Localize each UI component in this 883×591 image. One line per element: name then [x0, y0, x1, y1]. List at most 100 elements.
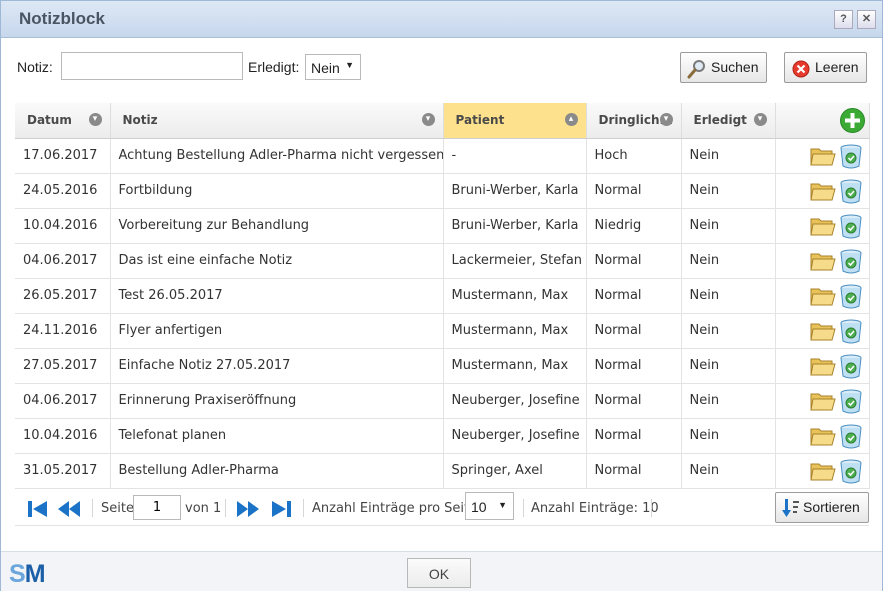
- delete-bin-icon[interactable]: [839, 213, 863, 239]
- cell-notiz: Einfache Notiz 27.05.2017: [110, 348, 444, 384]
- delete-bin-icon[interactable]: [839, 178, 863, 204]
- cell-datum: 10.04.2016: [15, 208, 111, 244]
- table-row[interactable]: 24.05.2016 Fortbildung Bruni-Werber, Karla…: [15, 173, 870, 209]
- delete-bin-icon[interactable]: [839, 283, 863, 309]
- delete-bin-icon[interactable]: [839, 388, 863, 414]
- open-folder-icon[interactable]: [809, 215, 836, 237]
- header-row: Datum ▾ Notiz ▾ Patient ▴ Dringlich... ▾ Erl…: [15, 103, 870, 139]
- search-button-label: Suchen: [711, 59, 759, 75]
- close-button[interactable]: ✕: [857, 10, 876, 29]
- cell-erledigt: Nein: [681, 208, 776, 244]
- delete-bin-icon[interactable]: [839, 458, 863, 484]
- sort-button[interactable]: Sortieren: [775, 492, 869, 523]
- erledigt-label: Erledigt:: [248, 59, 300, 75]
- cell-patient: Mustermann, Max: [443, 348, 587, 384]
- cell-patient: Mustermann, Max: [443, 313, 587, 349]
- table-row[interactable]: 24.11.2016 Flyer anfertigen Mustermann, Ma…: [15, 313, 870, 349]
- delete-bin-icon[interactable]: [839, 353, 863, 379]
- column-menu-icon[interactable]: ▾: [659, 113, 673, 126]
- sort-ascending-icon[interactable]: ▴: [564, 113, 578, 126]
- cell-erledigt: Nein: [681, 278, 776, 314]
- cell-dringlichkeit: Normal: [586, 313, 682, 349]
- open-folder-icon[interactable]: [809, 285, 836, 307]
- per-page-select[interactable]: 10 ▼: [465, 492, 514, 520]
- von-label: von 1: [185, 501, 222, 516]
- cell-actions: [775, 383, 870, 419]
- cell-patient: -: [443, 138, 587, 174]
- sm-logo: SM: [9, 560, 46, 588]
- open-folder-icon[interactable]: [809, 145, 836, 167]
- search-button[interactable]: Suchen: [680, 52, 767, 83]
- cell-patient: Springer, Axel: [443, 453, 587, 489]
- open-folder-icon[interactable]: [809, 460, 836, 482]
- clear-button-label: Leeren: [815, 59, 859, 75]
- next-page-icon[interactable]: [236, 500, 260, 518]
- cell-actions: [775, 313, 870, 349]
- cell-patient: Mustermann, Max: [443, 278, 587, 314]
- column-header-erledigt[interactable]: Erledigt ▾: [681, 103, 776, 139]
- cell-datum: 10.04.2016: [15, 418, 111, 454]
- column-header-patient[interactable]: Patient ▴: [443, 103, 587, 139]
- delete-bin-icon[interactable]: [839, 318, 863, 344]
- clear-button[interactable]: Leeren: [784, 52, 867, 83]
- delete-bin-icon[interactable]: [839, 423, 863, 449]
- cell-datum: 31.05.2017: [15, 453, 111, 489]
- cell-notiz: Vorbereitung zur Behandlung: [110, 208, 444, 244]
- separator: [651, 499, 652, 517]
- notiz-input[interactable]: [61, 52, 243, 80]
- column-header-dringlichkeit[interactable]: Dringlich... ▾: [586, 103, 682, 139]
- column-menu-icon[interactable]: ▾: [88, 113, 102, 126]
- cell-notiz: Bestellung Adler-Pharma: [110, 453, 444, 489]
- cell-dringlichkeit: Normal: [586, 383, 682, 419]
- delete-bin-icon[interactable]: [839, 248, 863, 274]
- table-row[interactable]: 31.05.2017 Bestellung Adler-Pharma Springe…: [15, 453, 870, 489]
- dialog-footer: SM OK: [1, 551, 882, 591]
- column-menu-icon[interactable]: ▾: [421, 113, 435, 126]
- delete-bin-icon[interactable]: [839, 143, 863, 169]
- cell-patient: Lackermeier, Stefan: [443, 243, 587, 279]
- open-folder-icon[interactable]: [809, 355, 836, 377]
- last-page-icon[interactable]: [271, 500, 293, 518]
- add-note-icon[interactable]: [839, 108, 865, 133]
- cell-actions: [775, 173, 870, 209]
- cell-datum: 04.06.2017: [15, 243, 111, 279]
- column-header-notiz[interactable]: Notiz ▾: [110, 103, 444, 139]
- first-page-icon[interactable]: [27, 500, 49, 518]
- table-row[interactable]: 10.04.2016 Telefonat planen Neuberger, Jos…: [15, 418, 870, 454]
- filter-bar: Notiz: Erledigt: Nein ▼ Suchen Leeren: [1, 51, 882, 83]
- cell-actions: [775, 278, 870, 314]
- table-row[interactable]: 04.06.2017 Das ist eine einfache Notiz Lac…: [15, 243, 870, 279]
- cell-dringlichkeit: Normal: [586, 173, 682, 209]
- ok-button[interactable]: OK: [407, 558, 471, 588]
- title-bar[interactable]: Notizblock ? ✕: [1, 1, 882, 38]
- cell-notiz: Test 26.05.2017: [110, 278, 444, 314]
- open-folder-icon[interactable]: [809, 320, 836, 342]
- table-row[interactable]: 26.05.2017 Test 26.05.2017 Mustermann, Max…: [15, 278, 870, 314]
- cell-datum: 27.05.2017: [15, 348, 111, 384]
- cell-actions: [775, 243, 870, 279]
- dialog-title: Notizblock: [19, 9, 105, 28]
- cell-datum: 24.05.2016: [15, 173, 111, 209]
- column-header-datum[interactable]: Datum ▾: [15, 103, 111, 139]
- cell-erledigt: Nein: [681, 418, 776, 454]
- table-row[interactable]: 04.06.2017 Erinnerung Praxiseröffnung Neub…: [15, 383, 870, 419]
- cell-erledigt: Nein: [681, 383, 776, 419]
- erledigt-select[interactable]: Nein ▼: [305, 54, 361, 80]
- table-row[interactable]: 10.04.2016 Vorbereitung zur Behandlung Bru…: [15, 208, 870, 244]
- column-menu-icon[interactable]: ▾: [753, 113, 767, 126]
- table-row[interactable]: 27.05.2017 Einfache Notiz 27.05.2017 Muste…: [15, 348, 870, 384]
- help-button[interactable]: ?: [834, 10, 853, 29]
- open-folder-icon[interactable]: [809, 250, 836, 272]
- cell-notiz: Flyer anfertigen: [110, 313, 444, 349]
- cell-actions: [775, 138, 870, 174]
- notes-grid: Datum ▾ Notiz ▾ Patient ▴ Dringlich... ▾ Erl…: [15, 103, 870, 489]
- cell-patient: Bruni-Werber, Karla: [443, 208, 587, 244]
- open-folder-icon[interactable]: [809, 425, 836, 447]
- cell-notiz: Erinnerung Praxiseröffnung: [110, 383, 444, 419]
- page-number-input[interactable]: [133, 495, 181, 520]
- table-row[interactable]: 17.06.2017 Achtung Bestellung Adler-Pharm…: [15, 138, 870, 174]
- previous-page-icon[interactable]: [57, 500, 81, 518]
- open-folder-icon[interactable]: [809, 180, 836, 202]
- cell-datum: 17.06.2017: [15, 138, 111, 174]
- open-folder-icon[interactable]: [809, 390, 836, 412]
